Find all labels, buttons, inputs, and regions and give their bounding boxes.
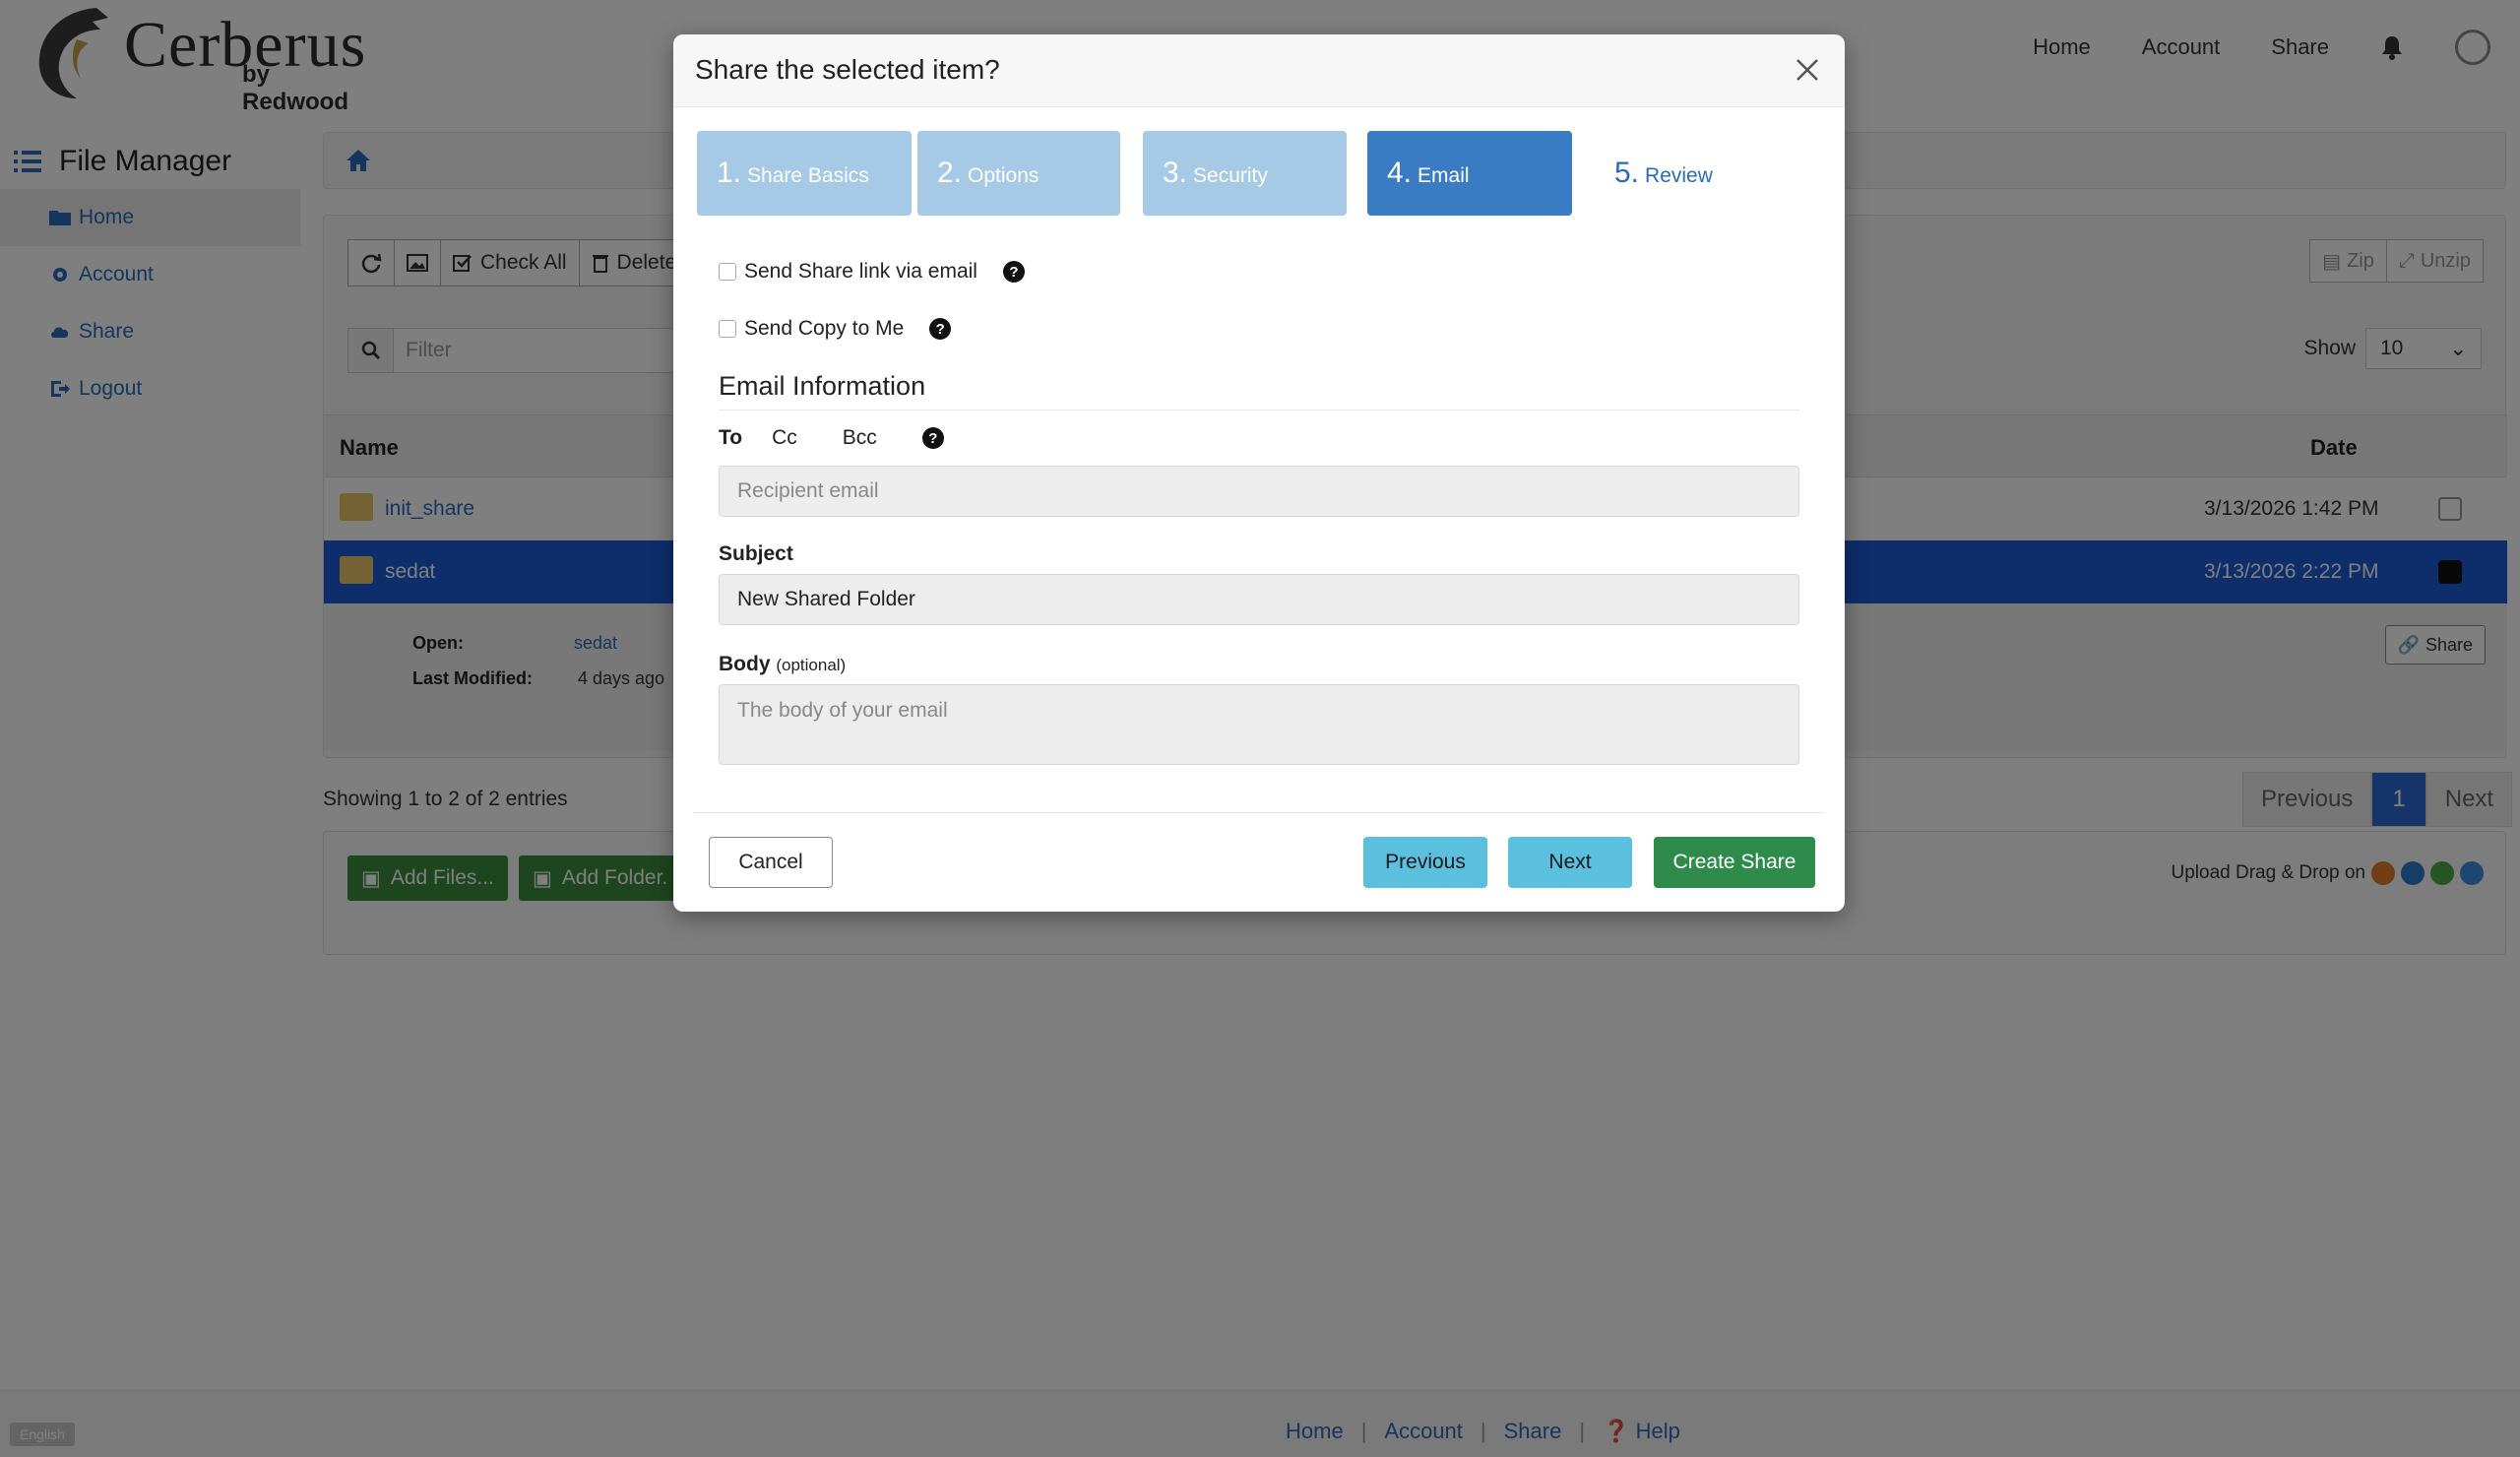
recipient-email-placeholder: Recipient email — [737, 479, 879, 502]
cancel-button[interactable]: Cancel — [709, 837, 833, 888]
help-icon[interactable]: ? — [921, 427, 944, 449]
body-label: Body (optional) — [719, 653, 846, 676]
step-share-basics[interactable]: 1. Share Basics — [697, 131, 912, 216]
recipient-tabs: To Cc Bcc ? — [719, 426, 944, 450]
step-number: 1. — [717, 157, 742, 189]
create-share-button[interactable]: Create Share — [1654, 837, 1815, 888]
subject-label-text: Subject — [719, 542, 793, 565]
step-label: Share Basics — [747, 164, 869, 187]
step-options[interactable]: 2. Options — [917, 131, 1120, 216]
step-security[interactable]: 3. Security — [1143, 131, 1347, 216]
step-number: 2. — [937, 157, 963, 189]
cc-tab[interactable]: Cc — [772, 426, 797, 450]
bcc-tab[interactable]: Bcc — [843, 426, 877, 450]
dialog-title: Share the selected item? — [695, 54, 1000, 85]
next-button[interactable]: Next — [1508, 837, 1632, 888]
send-copy-option: Send Copy to Me ? — [719, 317, 952, 341]
section-title: Email Information — [719, 371, 1799, 411]
dialog-header: Share the selected item? — [673, 34, 1845, 107]
step-review[interactable]: 5. Review — [1595, 131, 1792, 216]
send-copy-checkbox[interactable] — [719, 320, 736, 338]
step-number: 4. — [1387, 157, 1413, 189]
send-copy-label[interactable]: Send Copy to Me — [744, 317, 904, 341]
to-tab[interactable]: To — [719, 426, 742, 450]
send-link-checkbox[interactable] — [719, 263, 736, 281]
dialog-footer-divider — [693, 812, 1825, 813]
subject-input[interactable]: New Shared Folder — [719, 574, 1799, 625]
send-link-label[interactable]: Send Share link via email — [744, 260, 977, 284]
send-link-option: Send Share link via email ? — [719, 260, 1025, 284]
body-textarea[interactable]: The body of your email — [719, 684, 1799, 765]
share-dialog: Share the selected item? 1. Share Basics… — [673, 34, 1845, 912]
step-label: Security — [1193, 164, 1268, 187]
step-label: Options — [968, 164, 1040, 187]
step-email[interactable]: 4. Email — [1367, 131, 1572, 216]
help-icon[interactable]: ? — [1002, 261, 1025, 283]
step-number: 5. — [1614, 157, 1640, 189]
body-placeholder: The body of your email — [737, 699, 948, 722]
step-number: 3. — [1163, 157, 1188, 189]
subject-label: Subject — [719, 542, 793, 566]
body-optional: (optional) — [776, 656, 847, 674]
recipient-email-input[interactable]: Recipient email — [719, 466, 1799, 517]
step-label: Review — [1645, 164, 1713, 187]
previous-button[interactable]: Previous — [1363, 837, 1487, 888]
body-label-text: Body — [719, 653, 771, 675]
help-icon[interactable]: ? — [929, 318, 952, 340]
close-icon[interactable] — [1792, 54, 1823, 86]
subject-value: New Shared Folder — [737, 588, 915, 610]
wizard-steps: 1. Share Basics 2. Options 3. Security 4… — [697, 131, 1821, 216]
step-label: Email — [1418, 164, 1470, 187]
